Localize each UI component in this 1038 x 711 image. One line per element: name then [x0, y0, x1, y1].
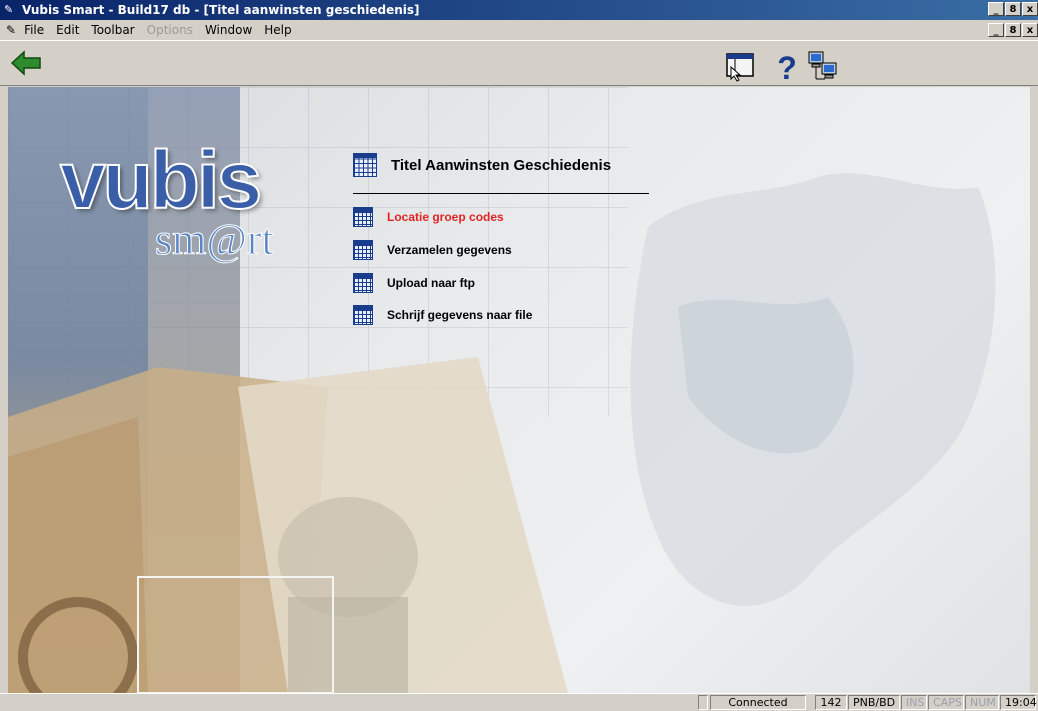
- network-button[interactable]: [806, 49, 840, 83]
- maximize-button[interactable]: 8: [1005, 2, 1021, 16]
- login-window-icon: [726, 53, 754, 82]
- table-icon: [353, 273, 373, 293]
- mdi-restore-button[interactable]: 8: [1005, 23, 1021, 37]
- num-indicator: NUM: [965, 695, 999, 710]
- menu-item-label: Locatie groep codes: [387, 210, 504, 224]
- main-content: vubis sm@rt Titel Aanwinsten Geschiedeni…: [8, 87, 1030, 693]
- app-icon: ✎: [4, 3, 14, 16]
- menu-item-label: Schrijf gegevens naar file: [387, 308, 533, 322]
- back-arrow-icon: [10, 50, 41, 76]
- network-computers-icon: [808, 51, 837, 80]
- menu-bar: ✎ File Edit Toolbar Options Window Help …: [0, 20, 1038, 40]
- menu-window[interactable]: Window: [199, 23, 258, 37]
- mdi-close-button[interactable]: x: [1022, 23, 1038, 37]
- vubis-smart-logo: vubis sm@rt: [59, 122, 310, 282]
- connection-status: Connected: [710, 695, 806, 710]
- svg-text:?: ?: [777, 50, 797, 83]
- login-window-button[interactable]: [723, 49, 757, 83]
- toolbar: ?: [0, 40, 1038, 86]
- status-spacer: [698, 695, 708, 710]
- menu-heading-label: Titel Aanwinsten Geschiedenis: [391, 156, 612, 174]
- menu-options: Options: [146, 23, 193, 37]
- minimize-button[interactable]: _: [988, 2, 1004, 16]
- table-icon: [353, 240, 373, 260]
- old-book-background: [8, 357, 568, 693]
- menu-item-verzamelen-gegevens[interactable]: Verzamelen gegevens: [353, 240, 512, 260]
- table-icon: [353, 305, 373, 325]
- menu-file[interactable]: File: [18, 23, 50, 37]
- location-code: PNB/BD: [848, 695, 900, 710]
- menu-divider: [353, 193, 649, 194]
- clock: 19:04: [1000, 695, 1037, 710]
- help-button[interactable]: ?: [770, 49, 804, 86]
- status-bar: Connected 142 PNB/BD INS CAPS NUM 19:04: [0, 693, 1038, 711]
- menu-help[interactable]: Help: [258, 23, 297, 37]
- menu-item-upload-naar-ftp[interactable]: Upload naar ftp: [353, 273, 475, 293]
- menu-edit[interactable]: Edit: [50, 23, 85, 37]
- window-title: Vubis Smart - Build17 db - [Titel aanwin…: [22, 3, 420, 17]
- menu-item-label: Upload naar ftp: [387, 276, 476, 290]
- table-icon: [353, 153, 377, 177]
- help-question-icon: ?: [777, 50, 797, 86]
- ins-indicator: INS: [901, 695, 927, 710]
- caps-indicator: CAPS: [928, 695, 964, 710]
- table-icon: [353, 207, 373, 227]
- menu-item-schrijf-gegevens-naar-file[interactable]: Schrijf gegevens naar file: [353, 305, 532, 325]
- document-menu-icon[interactable]: ✎: [6, 23, 16, 37]
- menu-heading: Titel Aanwinsten Geschiedenis: [353, 153, 611, 177]
- mdi-minimize-button[interactable]: _: [988, 23, 1004, 37]
- logo-smart-text: sm@rt: [155, 215, 275, 265]
- back-button[interactable]: [10, 49, 44, 77]
- window-title-bar[interactable]: ✎ Vubis Smart - Build17 db - [Titel aanw…: [0, 0, 1038, 20]
- record-count: 142: [815, 695, 847, 710]
- menu-item-locatie-groep-codes[interactable]: Locatie groep codes: [353, 207, 504, 227]
- menu-toolbar[interactable]: Toolbar: [85, 23, 140, 37]
- close-button[interactable]: x: [1022, 2, 1038, 16]
- menu-item-label: Verzamelen gegevens: [387, 243, 512, 257]
